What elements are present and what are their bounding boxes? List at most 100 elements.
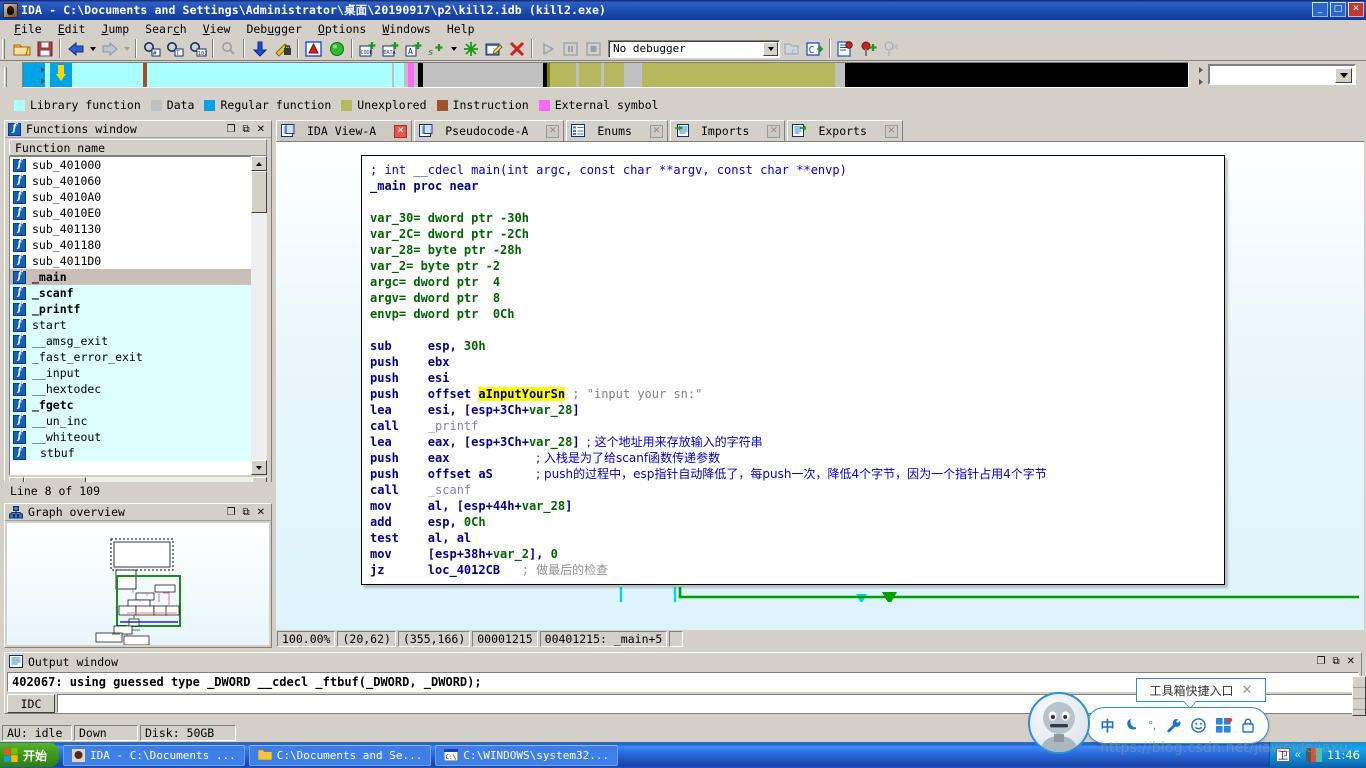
scroll-down-button[interactable] [251, 460, 267, 475]
vertical-scroll-thumb[interactable] [251, 171, 267, 213]
disassembly-line[interactable]: mov [esp+38h+var_2], 0 [366, 546, 1224, 562]
function-list-item[interactable]: f stbuf [10, 445, 255, 461]
tab-close-icon[interactable]: ✕ [546, 124, 560, 138]
disassembly-line[interactable]: var_2= byte ptr -2 [366, 258, 1224, 274]
function-name-column-header[interactable]: Function name [9, 139, 267, 156]
functions-maximize-button[interactable]: ❐ [227, 124, 236, 135]
disassembly-line[interactable]: lea eax, [esp+3Ch+var_28] ; 这个地址用来存放输入的字… [366, 434, 1224, 450]
scroll-up-button[interactable] [251, 156, 267, 171]
menu-help[interactable]: Help [439, 21, 483, 37]
tray-expand-icon[interactable]: « [1295, 749, 1301, 761]
graph-close-button[interactable]: ✕ [257, 507, 265, 518]
forward-history-dropdown[interactable] [121, 38, 132, 59]
navband-grip[interactable] [4, 67, 10, 87]
vertical-scroll-track[interactable] [251, 171, 267, 460]
navband-segment[interactable] [604, 63, 625, 87]
maximize-button[interactable]: □ [1330, 2, 1346, 17]
search-binary-icon[interactable]: # [141, 38, 162, 59]
functions-restore-button[interactable]: ⧉ [242, 124, 249, 135]
function-list-item[interactable]: f __amsg_exit [10, 333, 255, 349]
menu-search[interactable]: Search [137, 21, 195, 37]
navband-segment[interactable] [431, 63, 544, 87]
navband-segment[interactable] [579, 63, 602, 87]
tab-close-icon[interactable]: ✕ [394, 124, 408, 138]
search-next-icon[interactable] [218, 38, 239, 59]
search-immediate-icon[interactable]: 101 [187, 38, 208, 59]
tab-ida-view-a[interactable]: IDA View-A ✕ [276, 120, 413, 141]
debugger-select[interactable]: No debugger [608, 39, 780, 58]
security-icon[interactable] [272, 38, 293, 59]
output-close-button[interactable]: ✕ [1347, 656, 1355, 667]
output-maximize-button[interactable]: ❐ [1317, 656, 1326, 667]
function-list-item[interactable]: f start [10, 317, 255, 333]
graph-maximize-button[interactable]: ❐ [227, 507, 236, 518]
edit-function-icon[interactable] [483, 38, 504, 59]
make-code-icon[interactable]: CODE [357, 38, 378, 59]
disassembly-line[interactable]: lea esi, [esp+3Ch+var_28] [366, 402, 1224, 418]
disassembly-line[interactable]: push offset aInputYourSn ; "input your s… [366, 386, 1224, 402]
navband-segment[interactable] [550, 63, 577, 87]
tab-enums[interactable]: Enums ✕ [566, 120, 668, 141]
navband-segment[interactable] [844, 63, 1189, 87]
tray-clock[interactable]: 11:46 [1327, 748, 1360, 762]
add-breakpoint-icon[interactable] [858, 38, 879, 59]
make-ascii-icon[interactable]: A [403, 38, 424, 59]
moon-icon[interactable] [1125, 718, 1139, 733]
search-text-icon[interactable]: T [164, 38, 185, 59]
navband-segment[interactable] [641, 63, 835, 87]
wrench-icon[interactable] [1166, 718, 1181, 733]
disassembly-line[interactable] [366, 322, 1224, 338]
navband-segment[interactable] [394, 63, 405, 87]
chevron-down-icon[interactable] [1335, 68, 1352, 83]
ime-assistant-avatar[interactable] [1028, 692, 1090, 754]
step-into-icon[interactable]: C [804, 38, 825, 59]
delete-icon[interactable] [506, 38, 527, 59]
function-list-item[interactable]: f sub_401180 [10, 237, 255, 253]
function-list-item[interactable]: f _main [10, 269, 255, 285]
function-list-item[interactable]: f _printf [10, 301, 255, 317]
taskbar-item-ida[interactable]: IDA - C:\Documents ... [63, 744, 245, 766]
idc-language-button[interactable]: IDC [7, 694, 55, 713]
output-scroll-handle[interactable] [1352, 676, 1366, 716]
tab-close-icon[interactable]: ✕ [767, 124, 781, 138]
chinese-mode-icon[interactable]: 中 [1101, 716, 1115, 736]
disassembly-line[interactable] [366, 194, 1224, 210]
disassembly-line[interactable]: var_28= byte ptr -28h [366, 242, 1224, 258]
disassembly-line[interactable]: push eax ; 入栈是为了给scanf函数传递参数 [366, 450, 1224, 466]
start-button[interactable]: 开始 [0, 743, 60, 767]
navband-segment[interactable] [624, 63, 642, 87]
function-list-item[interactable]: f sub_401130 [10, 221, 255, 237]
disassembly-line[interactable]: envp= dword ptr 0Ch [366, 306, 1224, 322]
function-list-item[interactable]: f _scanf [10, 285, 255, 301]
jump-address-combo[interactable] [1208, 64, 1356, 85]
disassembly-line[interactable]: push esi [366, 370, 1224, 386]
tab-close-icon[interactable]: ✕ [884, 124, 898, 138]
tab-imports[interactable]: Imports ✕ [669, 120, 786, 141]
disassembly-line[interactable]: push ebx [366, 354, 1224, 370]
disassembly-line[interactable]: push offset aS ; push的过程中，esp指针自动降低了，每pu… [366, 466, 1224, 482]
stop-icon[interactable] [583, 38, 604, 59]
open-folder-icon[interactable] [11, 38, 32, 59]
output-restore-button[interactable]: ⧉ [1332, 656, 1339, 667]
ida-view-a-canvas[interactable]: ; int __cdecl main(int argc, const char … [276, 142, 1364, 630]
struct-dropdown[interactable] [448, 38, 459, 59]
save-icon[interactable] [34, 38, 55, 59]
menu-edit[interactable]: Edit [50, 21, 94, 37]
disassembly-line[interactable]: var_30= dword ptr -30h [366, 210, 1224, 226]
disassembly-line[interactable]: mov al, [esp+44h+var_28] [366, 498, 1224, 514]
chevron-down-icon[interactable] [763, 41, 778, 56]
taskbar-item-explorer[interactable]: C:\Documents and Se... [248, 744, 432, 766]
graph-overview-canvas[interactable] [7, 523, 269, 645]
menu-windows[interactable]: Windows [374, 21, 438, 37]
make-data-icon[interactable]: DATA [380, 38, 401, 59]
disassembly-line[interactable]: _main proc near [366, 178, 1224, 194]
close-button[interactable]: ✕ [1348, 2, 1364, 17]
disassembly-line[interactable]: add esp, 0Ch [366, 514, 1224, 530]
function-list-item[interactable]: f sub_401000 [10, 157, 255, 173]
toolbox-icon[interactable] [1216, 717, 1232, 734]
function-list-item[interactable]: f sub_4010A0 [10, 189, 255, 205]
function-list-item[interactable]: f __un_inc [10, 413, 255, 429]
function-list-item[interactable]: f sub_4011D0 [10, 253, 255, 269]
function-list-item[interactable]: f __whiteout [10, 429, 255, 445]
navband-segment[interactable] [834, 63, 845, 87]
